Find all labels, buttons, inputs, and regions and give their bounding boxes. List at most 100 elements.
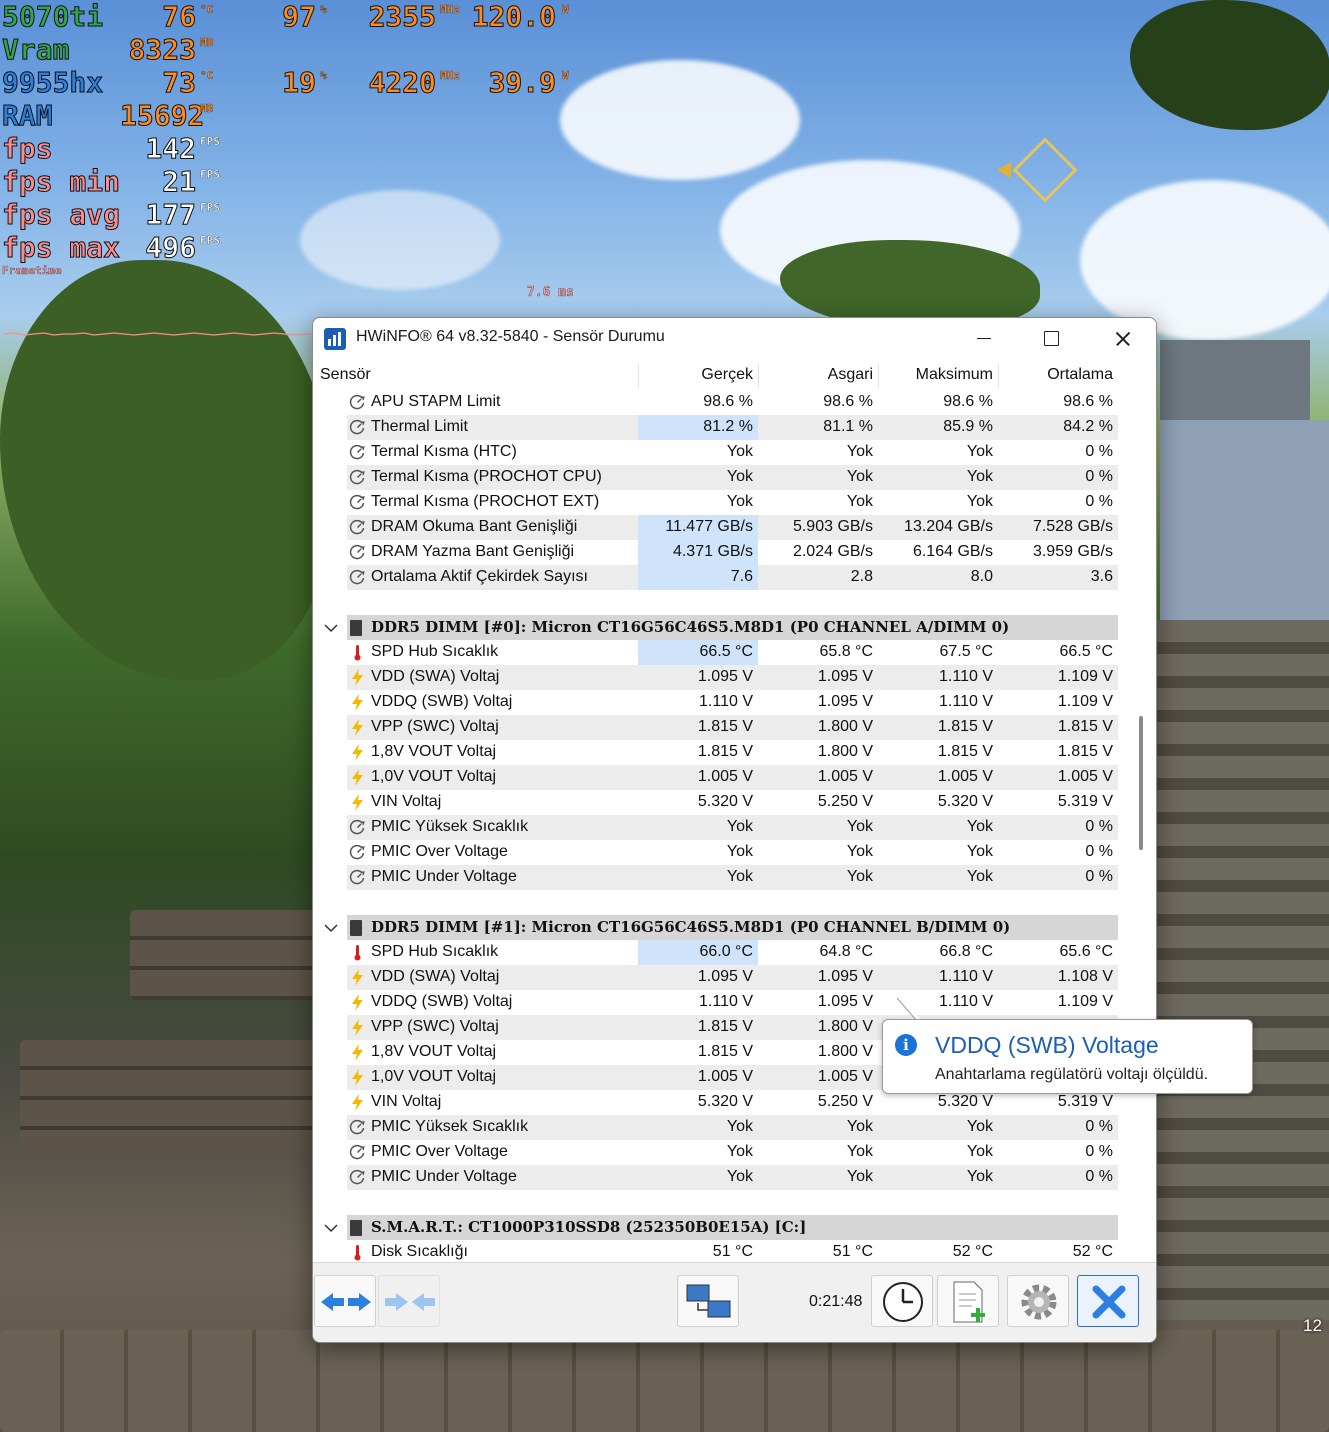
- sensor-row[interactable]: Disk Sıcaklığı 51 °C 51 °C 52 °C 52 °C: [313, 1240, 1123, 1262]
- sensor-row[interactable]: PMIC Under Voltage Yok Yok Yok 0 %: [313, 865, 1123, 890]
- group-title: DDR5 DIMM [#0]: Micron CT16G56C46S5.M8D1…: [371, 618, 1010, 636]
- collapse-button[interactable]: [378, 1275, 440, 1327]
- arrows-collapse-icon: [385, 1293, 435, 1311]
- chevron-down-icon[interactable]: [322, 619, 340, 637]
- exit-button[interactable]: [1077, 1275, 1139, 1327]
- expand-collapse-button[interactable]: [314, 1275, 376, 1327]
- sensor-group-header[interactable]: DDR5 DIMM [#1]: Micron CT16G56C46S5.M8D1…: [313, 915, 1123, 940]
- sensor-name: VPP (SWC) Voltaj: [371, 1018, 499, 1035]
- sensor-row[interactable]: 1,8V VOUT Voltaj 1.815 V 1.800 V 1.815 V 1.8…: [313, 740, 1123, 765]
- value-average: 0 %: [1085, 843, 1113, 860]
- chevron-down-icon[interactable]: [322, 1219, 340, 1237]
- osd-unit: MB: [200, 36, 214, 49]
- voltage-bolt-icon: [352, 794, 363, 811]
- osd-label: fps: [2, 132, 54, 165]
- sensor-row[interactable]: PMIC Yüksek Sıcaklık Yok Yok Yok 0 %: [313, 815, 1123, 840]
- sensor-name: VDDQ (SWB) Voltaj: [371, 693, 513, 710]
- sensor-row[interactable]: SPD Hub Sıcaklık 66.0 °C 64.8 °C 66.8 °C 65.…: [313, 940, 1123, 965]
- value-maximum: 85.9 %: [943, 418, 993, 435]
- value-current: 1.110 V: [699, 693, 753, 710]
- value-average: 1.815 V: [1057, 718, 1113, 735]
- osd-label: fps avg: [1, 198, 121, 231]
- value-maximum: 1.110 V: [939, 668, 993, 685]
- value-current: Yok: [726, 1168, 753, 1185]
- sensor-group-header[interactable]: S.M.A.R.T.: CT1000P310SSD8 (252350B0E15A…: [313, 1215, 1123, 1240]
- hwinfo-window[interactable]: HWiNFO® 64 v8.32-5840 - Sensör Durumu Se…: [312, 317, 1157, 1343]
- sensor-name: Thermal Limit: [371, 418, 468, 435]
- gauge-icon: [349, 819, 365, 835]
- column-average[interactable]: Ortalama: [999, 366, 1113, 384]
- sensor-row[interactable]: 1,0V VOUT Voltaj 1.005 V 1.005 V 1.005 V 1.0…: [313, 765, 1123, 790]
- title-bar[interactable]: HWiNFO® 64 v8.32-5840 - Sensör Durumu: [313, 318, 1156, 360]
- sensor-row[interactable]: APU STAPM Limit 98.6 % 98.6 % 98.6 % 98.6 %: [313, 390, 1123, 415]
- osd-value: 177: [145, 198, 197, 231]
- value-minimum: 5.903 GB/s: [792, 518, 873, 535]
- osd-unit: %: [320, 69, 327, 82]
- sensor-name: SPD Hub Sıcaklık: [371, 643, 499, 660]
- sensor-row[interactable]: VDDQ (SWB) Voltaj 1.110 V 1.095 V 1.110 V 1.…: [313, 990, 1123, 1015]
- column-current[interactable]: Gerçek: [639, 366, 753, 384]
- sensor-row[interactable]: VDD (SWA) Voltaj 1.095 V 1.095 V 1.110 V 1.1…: [313, 965, 1123, 990]
- value-maximum: Yok: [966, 1143, 993, 1160]
- stone-floor: [0, 1330, 1329, 1432]
- column-maximum[interactable]: Maksimum: [879, 366, 993, 384]
- sensor-row[interactable]: Thermal Limit 81.2 % 81.1 % 85.9 % 84.2 %: [313, 415, 1123, 440]
- value-current: 66.5 °C: [699, 643, 753, 660]
- value-maximum: 13.204 GB/s: [904, 518, 993, 535]
- osd-label: 9955hx: [1, 66, 104, 99]
- column-sensor[interactable]: Sensör: [320, 366, 371, 384]
- compass-arrow-icon: [997, 162, 1011, 178]
- sensor-row[interactable]: VDD (SWA) Voltaj 1.095 V 1.095 V 1.110 V 1.1…: [313, 665, 1123, 690]
- value-minimum: 1.095 V: [817, 693, 873, 710]
- osd-unit: °C: [200, 3, 214, 16]
- osd-row: 9955hx 73 °C 19% 4220 MHz 39.9 W: [0, 66, 600, 99]
- vertical-scrollbar[interactable]: [1139, 716, 1143, 850]
- sensor-row[interactable]: Termal Kısma (PROCHOT CPU) Yok Yok Yok 0 %: [313, 465, 1123, 490]
- value-minimum: 1.005 V: [817, 768, 873, 785]
- sensor-name: Termal Kısma (PROCHOT EXT): [371, 493, 600, 510]
- sensor-name: VPP (SWC) Voltaj: [371, 718, 499, 735]
- add-report-button[interactable]: [937, 1275, 999, 1327]
- value-average: 5.319 V: [1057, 1093, 1113, 1110]
- sensor-row[interactable]: PMIC Over Voltage Yok Yok Yok 0 %: [313, 1140, 1123, 1165]
- sensor-row[interactable]: PMIC Over Voltage Yok Yok Yok 0 %: [313, 840, 1123, 865]
- column-minimum[interactable]: Asgari: [759, 366, 873, 384]
- sensor-group-header[interactable]: DDR5 DIMM [#0]: Micron CT16G56C46S5.M8D1…: [313, 615, 1123, 640]
- value-average: 0 %: [1085, 868, 1113, 885]
- sensor-row[interactable]: Termal Kısma (PROCHOT EXT) Yok Yok Yok 0 %: [313, 490, 1123, 515]
- sensor-grid[interactable]: Sensör Gerçek Asgari Maksimum Ortalama A…: [313, 360, 1156, 1262]
- sensor-row[interactable]: Ortalama Aktif Çekirdek Sayısı 7.6 2.8 8.0 3…: [313, 565, 1123, 590]
- value-maximum: 6.164 GB/s: [912, 543, 993, 560]
- value-current: Yok: [726, 1143, 753, 1160]
- sensor-row[interactable]: PMIC Yüksek Sıcaklık Yok Yok Yok 0 %: [313, 1115, 1123, 1140]
- sensor-name: PMIC Over Voltage: [371, 843, 508, 860]
- sensor-row[interactable]: VIN Voltaj 5.320 V 5.250 V 5.320 V 5.319 V: [313, 790, 1123, 815]
- value-maximum: 5.320 V: [937, 1093, 993, 1110]
- clock-button[interactable]: [871, 1275, 933, 1327]
- frametime-label: Frametime: [2, 264, 62, 277]
- group-title: DDR5 DIMM [#1]: Micron CT16G56C46S5.M8D1…: [371, 918, 1011, 936]
- value-current: 1.815 V: [697, 743, 753, 760]
- osd-row: fps 142 FPS: [0, 132, 600, 165]
- sensor-row[interactable]: SPD Hub Sıcaklık 66.5 °C 65.8 °C 67.5 °C 66.…: [313, 640, 1123, 665]
- maximize-button[interactable]: [1016, 318, 1086, 360]
- sensor-row[interactable]: VPP (SWC) Voltaj 1.815 V 1.800 V 1.815 V 1.8…: [313, 715, 1123, 740]
- sensor-row[interactable]: PMIC Under Voltage Yok Yok Yok 0 %: [313, 1165, 1123, 1190]
- sensor-name: Disk Sıcaklığı: [371, 1243, 468, 1260]
- minimize-button[interactable]: [948, 318, 1018, 360]
- gauge-icon: [349, 544, 365, 560]
- sensor-row[interactable]: DRAM Yazma Bant Genişliği 4.371 GB/s 2.024…: [313, 540, 1123, 565]
- close-button[interactable]: [1086, 318, 1156, 360]
- value-minimum: Yok: [846, 1118, 873, 1135]
- value-minimum: 81.1 %: [823, 418, 873, 435]
- network-button[interactable]: [677, 1275, 739, 1327]
- osd-unit: MHz: [440, 69, 460, 82]
- settings-button[interactable]: [1007, 1275, 1069, 1327]
- chevron-down-icon[interactable]: [322, 919, 340, 937]
- osd-row: RAM 15692 MB: [0, 99, 600, 132]
- sensor-row[interactable]: DRAM Okuma Bant Genişliği 11.477 GB/s 5.90…: [313, 515, 1123, 540]
- sensor-name: PMIC Yüksek Sıcaklık: [371, 818, 529, 835]
- sensor-row[interactable]: VDDQ (SWB) Voltaj 1.110 V 1.095 V 1.110 V 1.…: [313, 690, 1123, 715]
- sensor-row[interactable]: Termal Kısma (HTC) Yok Yok Yok 0 %: [313, 440, 1123, 465]
- osd-value: 142: [145, 132, 197, 165]
